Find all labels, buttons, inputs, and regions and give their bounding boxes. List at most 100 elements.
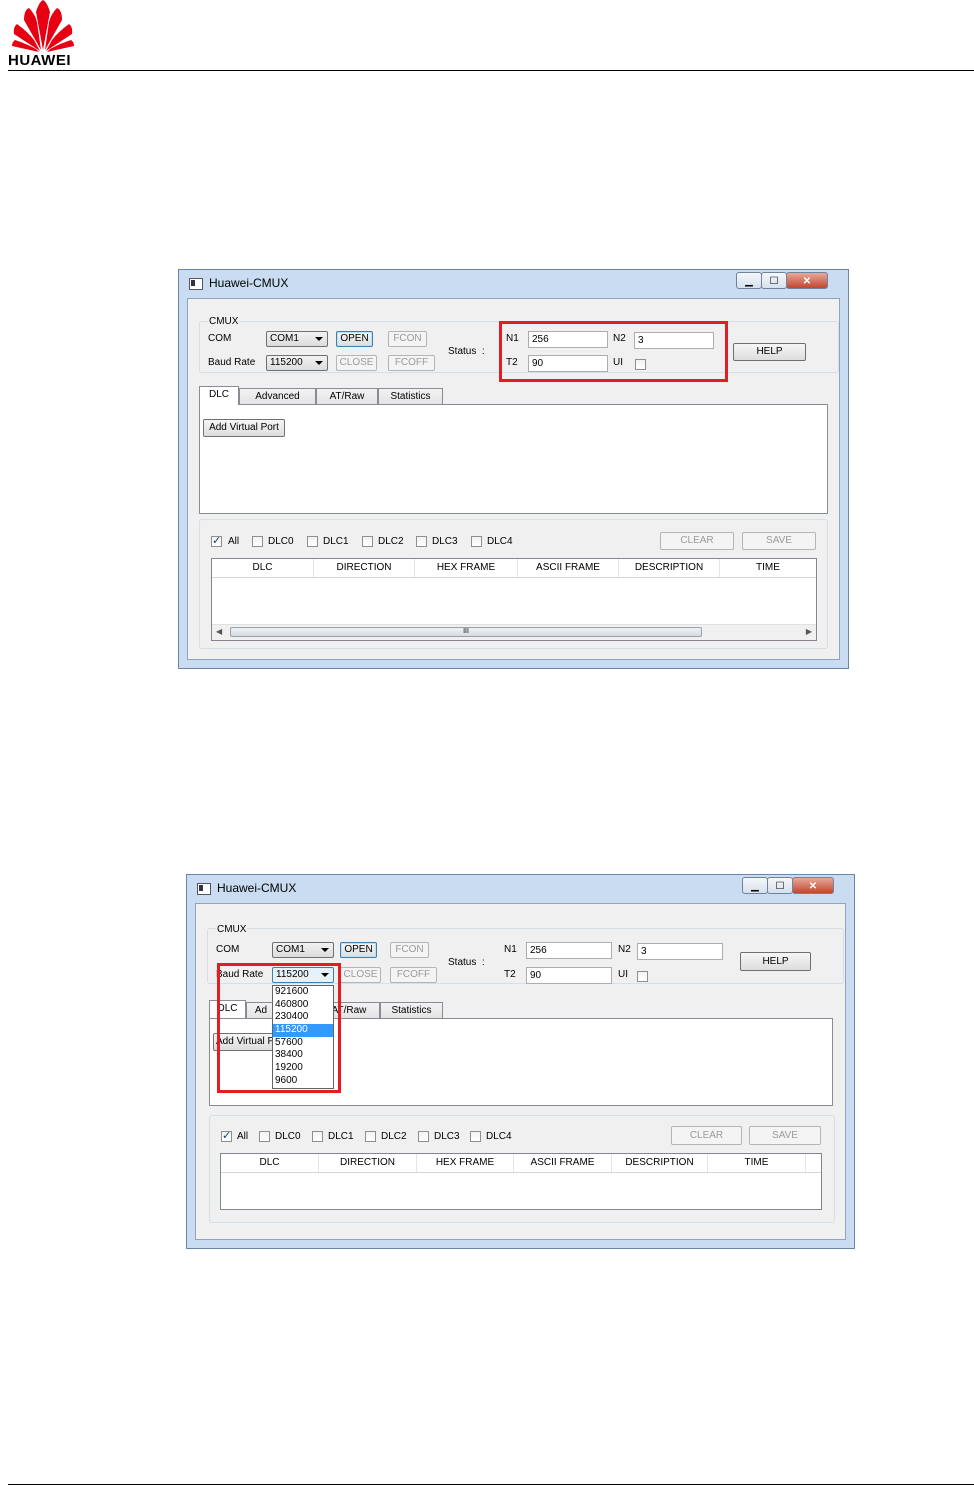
column-hex-frame[interactable]: HEX FRAME (415, 559, 518, 577)
maximize-button[interactable]: ☐ (761, 272, 787, 289)
title-bar[interactable]: Huawei-CMUX ▁ ☐ ✕ (187, 875, 854, 903)
tab-statistics[interactable]: Statistics (378, 388, 443, 405)
t2-label: T2 (504, 969, 516, 980)
com-label: COM (208, 333, 232, 344)
minimize-button[interactable]: ▁ (742, 877, 768, 894)
dlc-tab-panel: Add Virtual Port (199, 404, 828, 514)
frame-table[interactable]: DLC DIRECTION HEX FRAME ASCII FRAME DESC… (220, 1153, 822, 1210)
n1-field[interactable]: 256 (526, 942, 612, 959)
column-ascii-frame[interactable]: ASCII FRAME (518, 559, 619, 577)
filter-all-label: All (228, 536, 240, 547)
filter-dlc3-label: DLC3 (434, 1131, 460, 1142)
filter-dlc3-checkbox[interactable] (416, 536, 427, 547)
scrollbar-thumb[interactable]: III (230, 627, 702, 637)
window-title: Huawei-CMUX (209, 276, 289, 290)
open-button[interactable]: OPEN (340, 942, 377, 958)
tab-dlc[interactable]: DLC (199, 386, 239, 405)
column-dlc[interactable]: DLC (221, 1154, 319, 1172)
filter-dlc2-label: DLC2 (381, 1131, 407, 1142)
filter-dlc3-checkbox[interactable] (418, 1131, 429, 1142)
com-select[interactable]: COM1 (266, 331, 328, 347)
scroll-left-icon[interactable]: ◀ (216, 627, 222, 636)
column-description[interactable]: DESCRIPTION (612, 1154, 708, 1172)
tab-statistics[interactable]: Statistics (380, 1002, 443, 1019)
chevron-down-icon (315, 337, 323, 341)
ui-checkbox[interactable] (637, 971, 648, 982)
n1-label: N1 (504, 944, 517, 955)
cmux-window-1: Huawei-CMUX ▁ ☐ ✕ CMUX COM COM1 Baud Rat… (178, 269, 849, 669)
frame-table[interactable]: DLC DIRECTION HEX FRAME ASCII FRAME DESC… (211, 558, 817, 641)
com-select-value: COM1 (276, 944, 305, 955)
filter-dlc0-checkbox[interactable] (259, 1131, 270, 1142)
fcoff-button[interactable]: FCOFF (388, 355, 435, 371)
filter-dlc1-checkbox[interactable] (307, 536, 318, 547)
title-bar[interactable]: Huawei-CMUX ▁ ☐ ✕ (179, 270, 848, 298)
filter-dlc0-label: DLC0 (268, 536, 294, 547)
column-direction[interactable]: DIRECTION (314, 559, 415, 577)
scrollbar-grip: III (463, 628, 469, 635)
com-select-value: COM1 (270, 333, 299, 344)
filter-dlc1-checkbox[interactable] (312, 1131, 323, 1142)
column-ascii-frame[interactable]: ASCII FRAME (514, 1154, 612, 1172)
filter-all-label: All (237, 1131, 249, 1142)
filter-dlc4-label: DLC4 (486, 1131, 512, 1142)
maximize-button[interactable]: ☐ (767, 877, 793, 894)
highlight-box (217, 963, 341, 1093)
close-port-button[interactable]: CLOSE (340, 967, 381, 983)
frame-table-header: DLC DIRECTION HEX FRAME ASCII FRAME DESC… (221, 1154, 821, 1173)
fcoff-button[interactable]: FCOFF (390, 967, 437, 983)
filter-dlc4-checkbox[interactable] (470, 1131, 481, 1142)
scroll-right-icon[interactable]: ▶ (806, 627, 812, 636)
window-title: Huawei-CMUX (217, 881, 297, 895)
ui-label: UI (618, 969, 628, 980)
huawei-wordmark: HUAWEI (8, 52, 71, 69)
minimize-button[interactable]: ▁ (736, 272, 762, 289)
huawei-petals-icon (12, 0, 74, 52)
n2-label: N2 (618, 944, 631, 955)
filter-all-checkbox[interactable] (211, 534, 222, 547)
tab-advanced[interactable]: Advanced (239, 388, 316, 405)
fcon-button[interactable]: FCON (388, 331, 427, 347)
add-virtual-port-button[interactable]: Add Virtual Port (203, 419, 285, 437)
baud-rate-select[interactable]: 115200 (266, 355, 328, 371)
help-button[interactable]: HELP (740, 952, 811, 971)
filter-all-checkbox[interactable] (221, 1129, 232, 1142)
fcon-button[interactable]: FCON (390, 942, 429, 958)
caption-buttons: ▁ ☐ ✕ (742, 877, 834, 894)
close-button[interactable]: ✕ (786, 272, 828, 289)
filter-dlc2-checkbox[interactable] (362, 536, 373, 547)
column-time[interactable]: TIME (708, 1154, 806, 1172)
n2-field[interactable]: 3 (637, 943, 723, 960)
chevron-down-icon (321, 948, 329, 952)
filter-dlc2-checkbox[interactable] (365, 1131, 376, 1142)
close-port-button[interactable]: CLOSE (336, 355, 377, 371)
t2-field[interactable]: 90 (526, 967, 612, 984)
column-dlc[interactable]: DLC (212, 559, 314, 577)
save-button[interactable]: SAVE (742, 532, 816, 550)
baud-rate-select-value: 115200 (270, 357, 303, 368)
cmux-window-2: Huawei-CMUX ▁ ☐ ✕ CMUX COM COM1 Baud Rat… (186, 874, 855, 1249)
horizontal-scrollbar[interactable]: ◀ III ▶ (212, 624, 816, 640)
baud-rate-label: Baud Rate (208, 357, 256, 368)
header-rule (8, 70, 974, 71)
app-icon (189, 278, 203, 290)
filter-dlc3-label: DLC3 (432, 536, 458, 547)
open-button[interactable]: OPEN (336, 331, 373, 347)
filter-dlc4-checkbox[interactable] (471, 536, 482, 547)
save-button[interactable]: SAVE (749, 1126, 821, 1145)
chevron-down-icon (315, 361, 323, 365)
column-hex-frame[interactable]: HEX FRAME (417, 1154, 514, 1172)
tab-at-raw[interactable]: AT/Raw (316, 388, 378, 405)
filter-dlc0-checkbox[interactable] (252, 536, 263, 547)
close-button[interactable]: ✕ (792, 877, 834, 894)
clear-button[interactable]: CLEAR (660, 532, 734, 550)
clear-button[interactable]: CLEAR (671, 1126, 742, 1145)
help-button[interactable]: HELP (733, 343, 806, 361)
com-select[interactable]: COM1 (272, 942, 334, 958)
column-description[interactable]: DESCRIPTION (619, 559, 720, 577)
cmux-group-label: CMUX (216, 924, 248, 935)
column-time[interactable]: TIME (720, 559, 816, 577)
filter-dlc0-label: DLC0 (275, 1131, 301, 1142)
column-direction[interactable]: DIRECTION (319, 1154, 417, 1172)
filter-dlc2-label: DLC2 (378, 536, 404, 547)
